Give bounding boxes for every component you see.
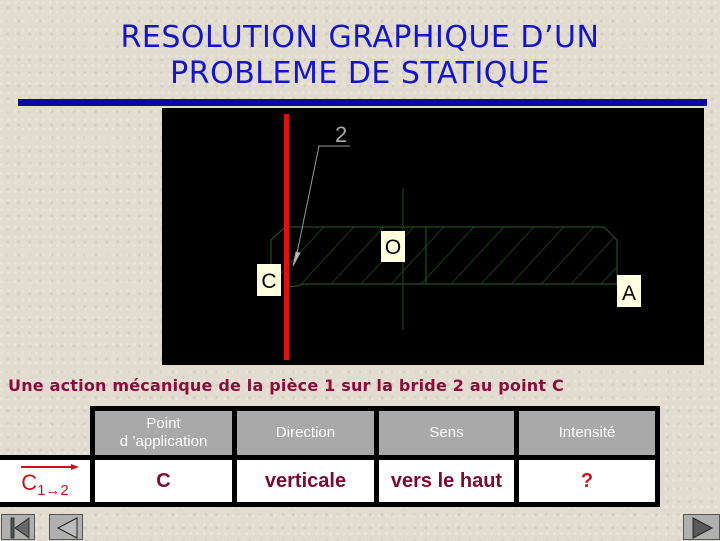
- header-direction: Direction: [232, 406, 379, 460]
- part-number-label: 2: [335, 122, 347, 147]
- table-header-row: Point d ’application Direction Sens Inte…: [0, 406, 660, 460]
- table-row: C1→2 C verticale vers le haut ?: [0, 455, 660, 507]
- force-characteristics-table: Point d ’application Direction Sens Inte…: [0, 406, 660, 507]
- action-line: [284, 114, 289, 360]
- title-rule: [18, 99, 707, 106]
- leader-line: [292, 145, 350, 267]
- header-intensite: Intensité: [514, 406, 660, 460]
- cell-point-application: C: [90, 455, 237, 507]
- mechanical-drawing: 2 O C A: [257, 114, 641, 360]
- cell-sens: vers le haut: [374, 455, 519, 507]
- previous-slide-button[interactable]: [49, 514, 83, 540]
- skip-first-icon: [10, 517, 30, 539]
- part-outline: [270, 226, 618, 288]
- cell-intensite: ?: [514, 455, 660, 507]
- header-sens: Sens: [374, 406, 519, 460]
- previous-icon: [56, 517, 78, 539]
- drawing-panel: 2 O C A: [162, 108, 704, 365]
- point-c-label: C: [257, 264, 281, 296]
- force-vector: C1→2: [21, 463, 80, 499]
- svg-text:C: C: [261, 270, 276, 293]
- svg-text:A: A: [622, 282, 636, 305]
- cell-direction: verticale: [232, 455, 379, 507]
- force-vector-cell: C1→2: [0, 455, 95, 507]
- title-line-2: PROBLEME DE STATIQUE: [170, 56, 550, 91]
- header-empty-cell: [0, 408, 95, 458]
- vector-arrow-icon: [21, 463, 80, 470]
- point-a-label: A: [617, 275, 641, 307]
- next-slide-button[interactable]: [683, 514, 720, 540]
- page-title: RESOLUTION GRAPHIQUE D’UN PROBLEME DE ST…: [0, 20, 720, 92]
- action-description: Une action mécanique de la pièce 1 sur l…: [8, 376, 564, 395]
- header-point-application: Point d ’application: [90, 406, 237, 460]
- first-slide-button[interactable]: [1, 514, 35, 540]
- title-line-1: RESOLUTION GRAPHIQUE D’UN: [120, 20, 600, 55]
- bride-part: [270, 188, 618, 330]
- svg-text:O: O: [385, 236, 401, 259]
- point-o-label: O: [381, 231, 405, 262]
- next-icon: [692, 517, 714, 539]
